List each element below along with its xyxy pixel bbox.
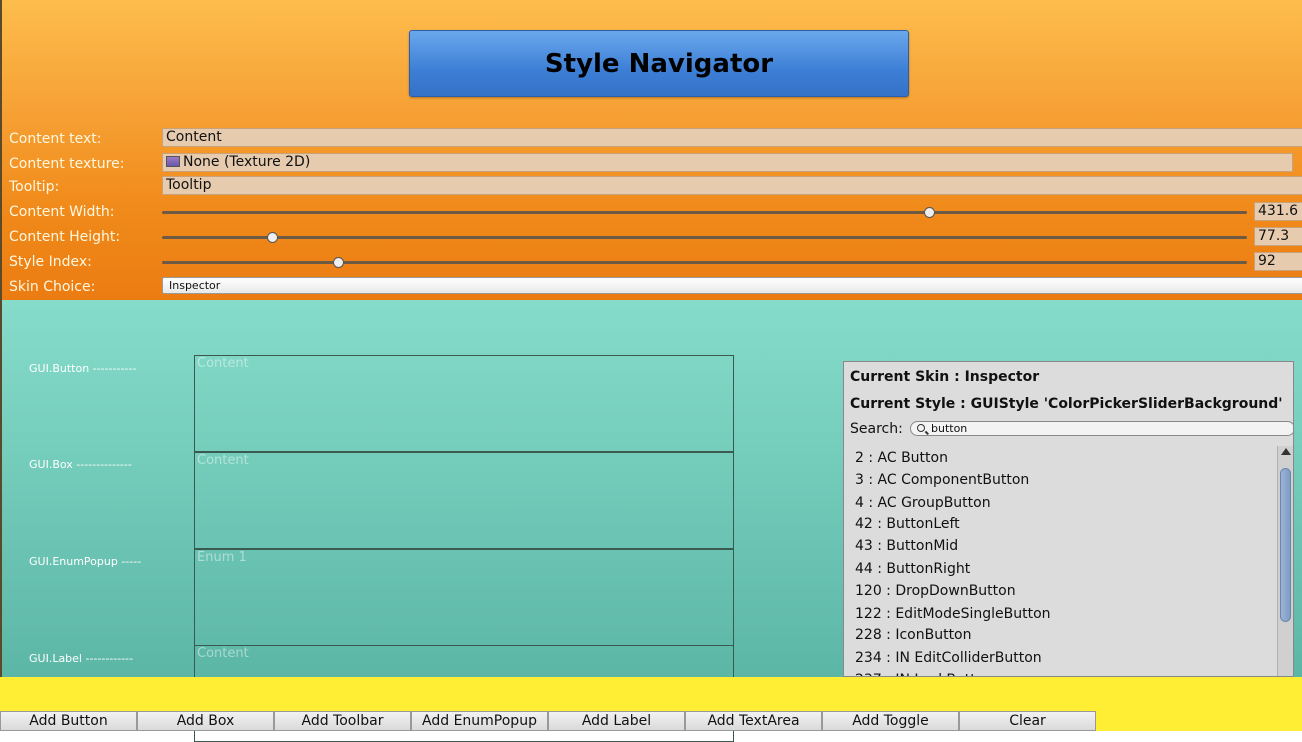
gui-box-preview: Content <box>194 452 734 549</box>
content-height-value[interactable]: 77.3 <box>1254 227 1302 246</box>
gui-button-label: GUI.Button ----------- <box>29 362 137 375</box>
add-label-button[interactable]: Add Label <box>548 711 685 731</box>
style-navigator-title-button[interactable]: Style Navigator <box>409 30 909 97</box>
clear-button[interactable]: Clear <box>959 711 1096 731</box>
tooltip-label: Tooltip: <box>9 179 60 195</box>
skin-choice-label: Skin Choice: <box>9 279 96 295</box>
content-width-slider-thumb[interactable] <box>923 207 935 218</box>
gui-box-label: GUI.Box -------------- <box>29 458 132 471</box>
content-height-slider-thumb[interactable] <box>267 232 279 243</box>
content-texture-label: Content texture: <box>9 156 125 172</box>
style-list-item[interactable]: 120 : DropDownButton <box>855 583 1016 599</box>
scrollbar-thumb[interactable] <box>1280 468 1291 622</box>
style-index-value[interactable]: 92 <box>1254 252 1302 271</box>
content-text-field[interactable]: Content <box>162 128 1302 147</box>
style-list-panel: Current Skin : Inspector Current Style :… <box>843 361 1294 677</box>
content-width-slider[interactable] <box>162 211 1247 214</box>
scroll-up-arrow-icon[interactable] <box>1281 448 1291 455</box>
search-icon <box>917 424 925 432</box>
style-list-item[interactable]: 42 : ButtonLeft <box>855 516 960 532</box>
add-button-button[interactable]: Add Button <box>0 711 137 731</box>
add-toggle-button[interactable]: Add Toggle <box>822 711 959 731</box>
add-controls-toolbar: Add Button Add Box Add Toolbar Add EnumPopu… <box>0 711 1096 731</box>
style-list-item[interactable]: 2 : AC Button <box>855 450 948 466</box>
current-skin-text: Current Skin : Inspector <box>850 369 1040 385</box>
style-list-scrollbar[interactable] <box>1277 446 1293 676</box>
content-height-slider[interactable] <box>162 236 1247 239</box>
content-texture-value: None (Texture 2D) <box>183 154 311 170</box>
search-input[interactable]: button <box>910 421 1293 436</box>
style-list-item[interactable]: 43 : ButtonMid <box>855 538 958 554</box>
add-enumpopup-button[interactable]: Add EnumPopup <box>411 711 548 731</box>
search-label: Search: <box>850 421 903 437</box>
style-list-item[interactable]: 234 : IN EditColliderButton <box>855 650 1042 666</box>
gui-enumpopup-preview[interactable]: Enum 1 <box>194 549 734 646</box>
content-text-label: Content text: <box>9 131 102 147</box>
content-width-value[interactable]: 431.6 <box>1254 202 1302 221</box>
current-style-text: Current Style : GUIStyle 'ColorPickerSli… <box>850 396 1283 412</box>
style-list[interactable]: 2 : AC Button 3 : AC ComponentButton 4 : A… <box>845 446 1275 676</box>
style-list-item[interactable]: 4 : AC GroupButton <box>855 495 991 511</box>
style-list-item[interactable]: 3 : AC ComponentButton <box>855 472 1029 488</box>
style-list-item[interactable]: 122 : EditModeSingleButton <box>855 606 1051 622</box>
style-list-item[interactable]: 228 : IconButton <box>855 627 972 643</box>
tooltip-field[interactable]: Tooltip <box>162 176 1302 195</box>
add-box-button[interactable]: Add Box <box>137 711 274 731</box>
skin-choice-dropdown[interactable]: Inspector <box>162 277 1302 294</box>
content-height-label: Content Height: <box>9 229 121 245</box>
settings-region: Style Navigator Content text: Content Co… <box>0 0 1302 300</box>
style-index-label: Style Index: <box>9 254 92 270</box>
style-index-slider[interactable] <box>162 261 1247 264</box>
add-textarea-button[interactable]: Add TextArea <box>685 711 822 731</box>
gui-button-preview[interactable]: Content <box>194 355 734 452</box>
texture-icon <box>166 156 180 167</box>
style-list-item[interactable]: 44 : ButtonRight <box>855 561 970 577</box>
style-index-slider-thumb[interactable] <box>333 257 345 268</box>
gui-enumpopup-label: GUI.EnumPopup ----- <box>29 555 142 568</box>
content-texture-field[interactable]: None (Texture 2D) <box>162 153 1293 172</box>
search-value: button <box>931 422 968 435</box>
content-width-label: Content Width: <box>9 204 115 220</box>
gui-label-label: GUI.Label ------------ <box>29 652 134 665</box>
add-toolbar-button[interactable]: Add Toolbar <box>274 711 411 731</box>
